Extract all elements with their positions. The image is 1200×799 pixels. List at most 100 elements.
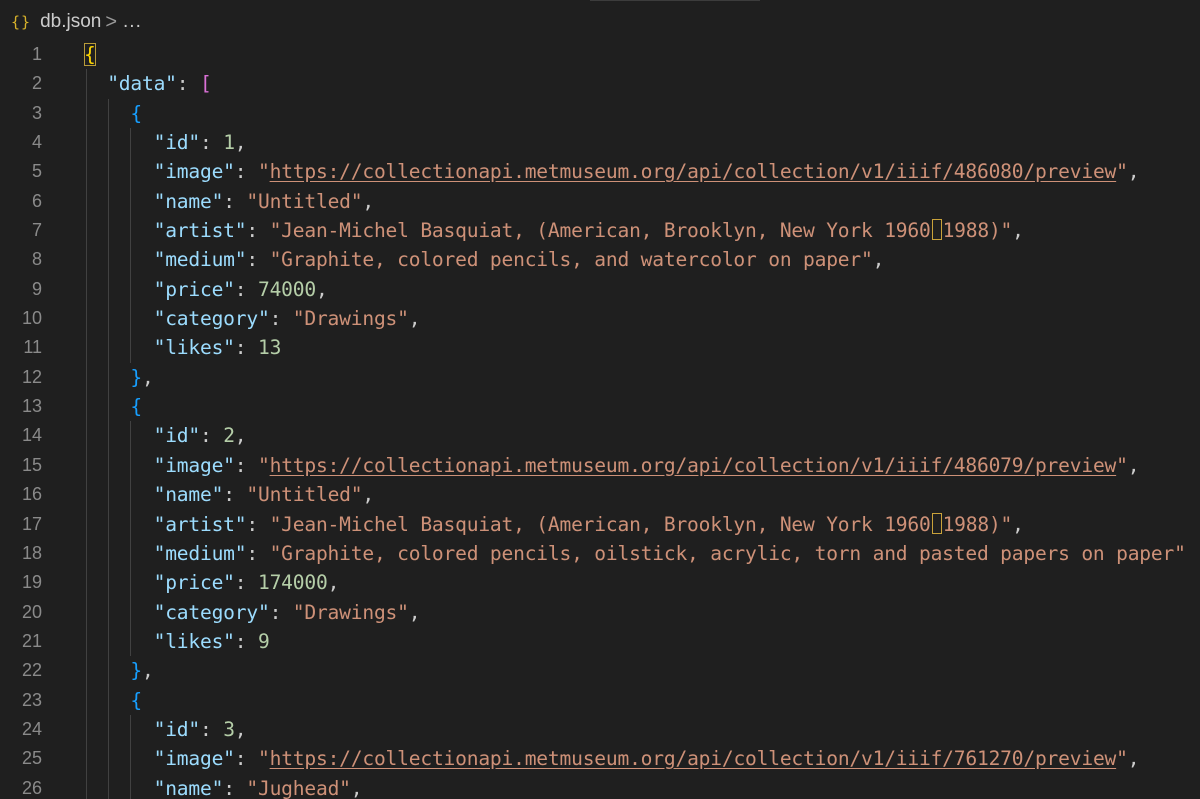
code-token: " (257, 453, 270, 477)
line-number: 21 (21, 630, 42, 651)
code-line[interactable]: 2 "data": [ (0, 69, 1200, 99)
code-token: https://collectionapi.metmuseum.org/api/… (269, 160, 1117, 184)
line-content: "image": "https://collectionapi.metmuseu… (84, 744, 1140, 773)
code-token: "price" (153, 277, 235, 301)
code-editor[interactable]: {} db.json > ... 1{2 "data": [3 {4 "id":… (0, 0, 1200, 799)
line-content: "data": [ (84, 69, 212, 98)
line-content: "artist": "Jean-Michel Basquiat, (Americ… (84, 510, 1024, 539)
code-token: "Jean-Michel Basquiat, (American, Brookl… (269, 219, 931, 243)
code-token: "medium" (153, 248, 247, 272)
code-line[interactable]: 7 "artist": "Jean-Michel Basquiat, (Amer… (0, 216, 1200, 246)
code-line[interactable]: 4 "id": 1, (0, 128, 1200, 158)
line-content: "likes": 13 (84, 333, 282, 362)
line-number: 8 (31, 249, 42, 270)
code-line[interactable]: 12 }, (0, 362, 1200, 393)
code-token: [ (200, 72, 212, 96)
code-token: "Jughead" (246, 776, 351, 799)
line-content: }, (84, 363, 154, 392)
code-line[interactable]: 25 "image": "https://collectionapi.metmu… (0, 744, 1200, 774)
chevron-right-icon: > (105, 10, 118, 33)
breadcrumb-file[interactable]: db.json (40, 11, 101, 33)
code-area[interactable]: 1{2 "data": [3 {4 "id": 1, 5 "image": "ht… (0, 40, 1200, 799)
code-token: : (234, 160, 258, 184)
code-token: " (1116, 747, 1128, 771)
line-number: 20 (21, 601, 42, 622)
code-line[interactable]: 18 "medium": "Graphite, colored pencils,… (0, 538, 1200, 569)
code-line[interactable]: 26 "name": "Jughead", (0, 773, 1200, 799)
code-token: , (142, 365, 154, 389)
code-token: "Drawings" (292, 600, 409, 624)
line-content: "id": 3, (84, 715, 247, 744)
line-content: "category": "Drawings", (84, 304, 421, 333)
code-line[interactable]: 17 "artist": "Jean-Michel Basquiat, (Ame… (0, 509, 1200, 539)
code-token: : (246, 512, 270, 536)
line-number: 9 (31, 278, 42, 299)
code-token: "category" (153, 307, 270, 331)
code-token: "name" (153, 483, 224, 507)
code-token: "Graphite, colored pencils, oilstick, ac… (269, 541, 1186, 565)
code-token: , (1127, 747, 1140, 771)
code-token: "id" (153, 424, 201, 448)
line-number: 11 (23, 337, 42, 358)
code-token: : (223, 483, 247, 507)
code-line[interactable]: 20 "category": "Drawings", (0, 597, 1200, 627)
line-content: "price": 74000, (84, 275, 328, 304)
unicode-highlight-box (931, 512, 942, 534)
code-line[interactable]: 23 { (0, 685, 1200, 715)
line-number: 18 (21, 542, 42, 563)
code-line[interactable]: 16 "name": "Untitled", (0, 480, 1200, 510)
line-content: }, (84, 656, 154, 685)
code-line[interactable]: 5 "image": "https://collectionapi.metmus… (0, 157, 1200, 187)
code-token: 2 (223, 424, 235, 448)
line-number: 12 (21, 366, 42, 387)
code-token: : (246, 219, 270, 243)
code-line[interactable]: 24 "id": 3, (0, 714, 1200, 745)
code-line[interactable]: 15 "image": "https://collectionapi.metmu… (0, 450, 1200, 481)
code-token: " (1116, 453, 1128, 477)
code-token: , (1127, 160, 1140, 184)
code-token: , (234, 717, 247, 741)
line-number: 10 (21, 308, 42, 329)
code-token: : (234, 336, 258, 360)
code-token: , (234, 424, 247, 448)
code-token: : (199, 717, 224, 741)
breadcrumb-more[interactable]: ... (123, 11, 142, 33)
code-token: : (246, 248, 270, 272)
code-line[interactable]: 13 { (0, 392, 1200, 422)
code-line[interactable]: 1{ (0, 40, 1200, 69)
code-line[interactable]: 8 "medium": "Graphite, colored pencils, … (0, 245, 1200, 275)
code-line[interactable]: 14 "id": 2, (0, 421, 1200, 451)
code-token: } (130, 365, 142, 389)
code-line[interactable]: 6 "name": "Untitled", (0, 186, 1200, 217)
code-line[interactable]: 21 "likes": 9 (0, 626, 1200, 657)
code-line[interactable]: 9 "price": 74000, (0, 274, 1200, 305)
line-number: 2 (31, 73, 42, 94)
code-token: "image" (153, 160, 235, 184)
line-content: "likes": 9 (84, 627, 270, 656)
code-token: , (872, 248, 885, 272)
code-token: { (130, 101, 142, 125)
line-content: "image": "https://collectionapi.metmuseu… (84, 451, 1140, 480)
line-number: 14 (21, 425, 42, 446)
code-token: 1988)" (942, 219, 1013, 243)
code-line[interactable]: 10 "category": "Drawings", (0, 304, 1200, 334)
breadcrumb: {} db.json > ... (0, 0, 1200, 44)
code-line[interactable]: 22 }, (0, 656, 1200, 686)
code-token: "Drawings" (292, 307, 409, 331)
code-token: : (199, 131, 224, 155)
code-line[interactable]: 11 "likes": 13 (0, 333, 1200, 363)
code-token: "likes" (153, 336, 235, 360)
code-token: "medium" (153, 541, 247, 565)
line-content: "id": 2, (84, 421, 247, 450)
code-line[interactable]: 19 "price": 174000, (0, 568, 1200, 598)
code-token: "Graphite, colored pencils, and watercol… (269, 248, 873, 272)
line-number: 26 (21, 777, 42, 798)
code-token: { (84, 43, 96, 66)
code-token: , (142, 659, 154, 683)
code-line[interactable]: 3 { (0, 98, 1200, 129)
code-token: "Untitled" (246, 483, 363, 507)
code-token: 1 (223, 131, 235, 155)
line-number: 3 (31, 102, 42, 123)
code-token: "price" (153, 571, 235, 595)
code-token: "artist" (153, 512, 247, 536)
